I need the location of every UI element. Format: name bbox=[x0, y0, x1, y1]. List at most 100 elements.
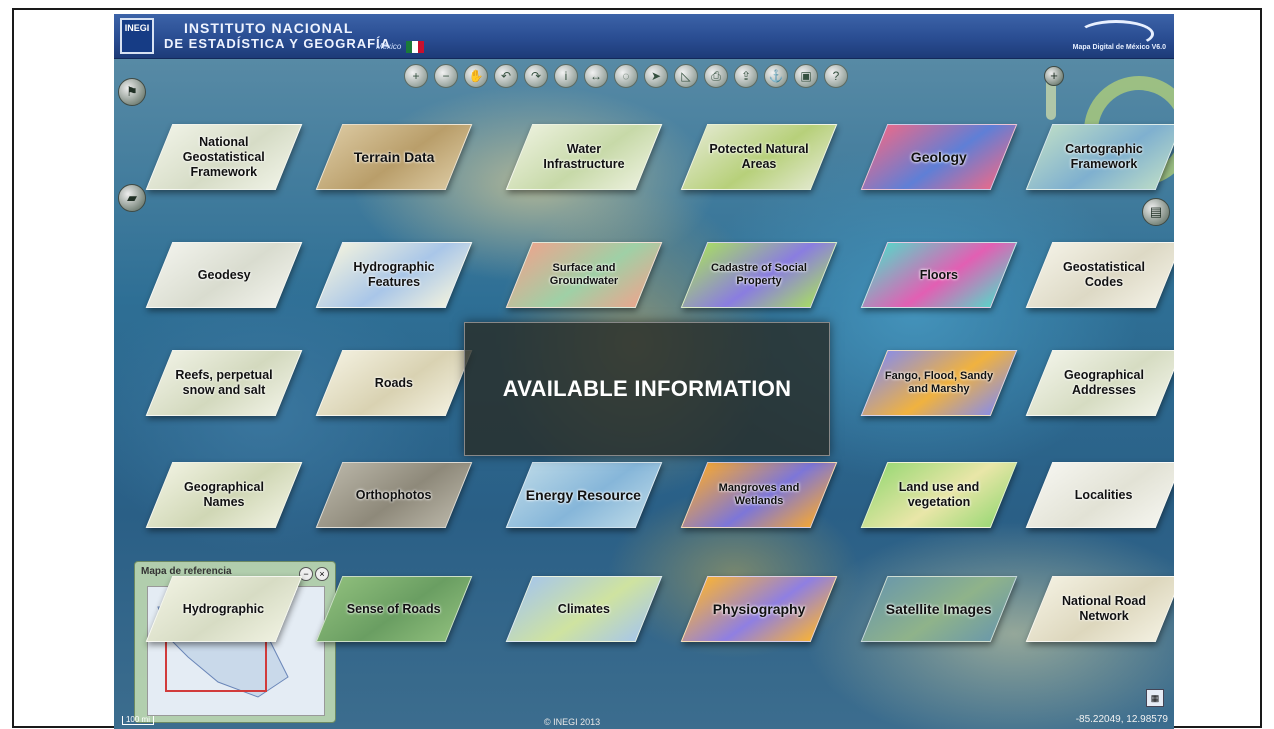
card-label: Cartographic Framework bbox=[1065, 142, 1143, 171]
close-button[interactable]: × bbox=[315, 567, 329, 581]
card-geodesy[interactable]: Geodesy bbox=[145, 242, 303, 308]
card-reefs-perpetual-snow-and-salt[interactable]: Reefs, perpetual snow and salt bbox=[145, 350, 303, 416]
card-terrain-data[interactable]: Terrain Data bbox=[315, 124, 473, 190]
card-energy-resource[interactable]: Energy Resource bbox=[505, 462, 663, 528]
available-information-panel: AVAILABLE INFORMATION bbox=[464, 322, 830, 456]
info-icon: i bbox=[564, 69, 568, 83]
card-label: Sense of Roads bbox=[347, 601, 441, 616]
print-button[interactable]: ⎙ bbox=[704, 64, 728, 88]
card-surface-and-groundwater[interactable]: Surface and Groundwater bbox=[505, 242, 663, 308]
card-label: Orthophotos bbox=[356, 487, 432, 502]
app-version: Mapa Digital de México V6.0 bbox=[1072, 44, 1166, 51]
card-label: Geodesy bbox=[197, 267, 251, 282]
right-panel-button-top[interactable]: ▤ bbox=[1142, 198, 1170, 226]
inegi-logo: INEGI bbox=[120, 18, 154, 54]
card-label: Fango, Flood, Sandy and Marshy bbox=[884, 370, 994, 395]
zoom-in-button[interactable]: + bbox=[1044, 66, 1064, 86]
legend-icon: ▰ bbox=[127, 190, 137, 205]
card-label: Localities bbox=[1075, 487, 1133, 502]
export-button[interactable]: ⇪ bbox=[734, 64, 758, 88]
country-label: México bbox=[376, 42, 402, 51]
institute-name-line1: INSTITUTO NACIONAL bbox=[184, 20, 354, 36]
card-label: Mangroves and Wetlands bbox=[718, 482, 800, 507]
map-application[interactable]: INEGI INSTITUTO NACIONAL DE ESTADÍSTICA … bbox=[114, 14, 1174, 729]
card-label: Geostatistical Codes bbox=[1063, 260, 1145, 289]
card-label: Geology bbox=[910, 148, 967, 165]
screenshot-frame: INEGI INSTITUTO NACIONAL DE ESTADÍSTICA … bbox=[12, 8, 1262, 729]
measure-icon: ↔ bbox=[590, 69, 602, 83]
card-satellite-images[interactable]: Satellite Images bbox=[860, 576, 1018, 642]
card-cadastre-of-social-property[interactable]: Cadastre of Social Property bbox=[680, 242, 838, 308]
overview-map-icon[interactable]: ▦ bbox=[1146, 689, 1164, 707]
card-mangroves-and-wetlands[interactable]: Mangroves and Wetlands bbox=[680, 462, 838, 528]
legend-button[interactable]: ▰ bbox=[118, 184, 146, 212]
info-button[interactable]: i bbox=[554, 64, 578, 88]
card-hydrographic-features[interactable]: Hydrographic Features bbox=[315, 242, 473, 308]
cursor-coordinates: -85.22049, 12.98579 bbox=[1075, 714, 1168, 725]
camera-button[interactable]: ▣ bbox=[794, 64, 818, 88]
card-label: Land use and vegetation bbox=[898, 480, 980, 509]
card-roads[interactable]: Roads bbox=[315, 350, 473, 416]
layers-icon: ⚑ bbox=[126, 84, 138, 99]
link-icon: ⚓ bbox=[768, 69, 784, 83]
draw-button[interactable]: ◺ bbox=[674, 64, 698, 88]
card-label: Potected Natural Areas bbox=[709, 142, 809, 171]
card-label: Physiography bbox=[712, 600, 806, 617]
map-toolbar: + − ✋ ↶ ↷ i ↔ ◌ ➤ ◺ ⎙ ⇪ ⚓ ▣? bbox=[404, 64, 848, 88]
card-label: Hydrographic Features bbox=[353, 260, 435, 289]
layers-button[interactable]: ⚑ bbox=[118, 78, 146, 106]
card-national-geostatistical-framework[interactable]: National Geostatistical Framework bbox=[145, 124, 303, 190]
help-button[interactable]: ? bbox=[824, 64, 848, 88]
card-label: Terrain Data bbox=[353, 148, 435, 165]
available-information-title: AVAILABLE INFORMATION bbox=[502, 376, 792, 401]
card-localities[interactable]: Localities bbox=[1025, 462, 1174, 528]
card-land-use-and-vegetation[interactable]: Land use and vegetation bbox=[860, 462, 1018, 528]
scale-bar: 100 mi bbox=[122, 716, 154, 725]
plus-icon: + bbox=[1050, 68, 1058, 83]
institute-name-line2: DE ESTADÍSTICA Y GEOGRAFÍA bbox=[164, 36, 392, 51]
card-floors[interactable]: Floors bbox=[860, 242, 1018, 308]
route-icon: ➤ bbox=[650, 69, 662, 83]
app-header: INEGI INSTITUTO NACIONAL DE ESTADÍSTICA … bbox=[114, 14, 1174, 59]
card-water-infrastructure[interactable]: Water Infrastructure bbox=[505, 124, 663, 190]
card-geology[interactable]: Geology bbox=[860, 124, 1018, 190]
zoom-out-button[interactable]: − bbox=[434, 64, 458, 88]
pan-icon: ✋ bbox=[468, 69, 484, 83]
card-climates[interactable]: Climates bbox=[505, 576, 663, 642]
card-geostatistical-codes[interactable]: Geostatistical Codes bbox=[1025, 242, 1174, 308]
card-physiography[interactable]: Physiography bbox=[680, 576, 838, 642]
forward-button[interactable]: ↷ bbox=[524, 64, 548, 88]
zoom-in-icon: + bbox=[412, 69, 420, 83]
card-label: Surface and Groundwater bbox=[549, 262, 619, 287]
measure-button[interactable]: ↔ bbox=[584, 64, 608, 88]
card-hydrographic[interactable]: Hydrographic bbox=[145, 576, 303, 642]
card-sense-of-roads[interactable]: Sense of Roads bbox=[315, 576, 473, 642]
card-label: Geographical Names bbox=[184, 480, 264, 509]
card-geographical-addresses[interactable]: Geographical Addresses bbox=[1025, 350, 1174, 416]
link-button[interactable]: ⚓ bbox=[764, 64, 788, 88]
card-label: Floors bbox=[919, 267, 959, 282]
grid-icon: ▤ bbox=[1149, 204, 1163, 219]
card-label: Energy Resource bbox=[526, 486, 642, 503]
zoom-in-button[interactable]: + bbox=[404, 64, 428, 88]
back-button[interactable]: ↶ bbox=[494, 64, 518, 88]
help-icon: ? bbox=[832, 69, 840, 83]
card-label: National Geostatistical Framework bbox=[183, 134, 265, 179]
mexico-flag-icon bbox=[406, 41, 424, 53]
card-fango-flood-sandy-and-marshy[interactable]: Fango, Flood, Sandy and Marshy bbox=[860, 350, 1018, 416]
print-icon: ⎙ bbox=[711, 69, 721, 83]
card-label: Reefs, perpetual snow and salt bbox=[175, 368, 273, 397]
camera-icon: ▣ bbox=[800, 69, 812, 83]
pan-button[interactable]: ✋ bbox=[464, 64, 488, 88]
card-geographical-names[interactable]: Geographical Names bbox=[145, 462, 303, 528]
back-icon: ↶ bbox=[500, 69, 512, 83]
card-national-road-network[interactable]: National Road Network bbox=[1025, 576, 1174, 642]
card-cartographic-framework[interactable]: Cartographic Framework bbox=[1025, 124, 1174, 190]
card-label: National Road Network bbox=[1061, 594, 1147, 623]
card-orthophotos[interactable]: Orthophotos bbox=[315, 462, 473, 528]
card-potected-natural-areas[interactable]: Potected Natural Areas bbox=[680, 124, 838, 190]
zoom-out-icon: − bbox=[442, 69, 450, 83]
route-button[interactable]: ➤ bbox=[644, 64, 668, 88]
select-button[interactable]: ◌ bbox=[614, 64, 638, 88]
card-label: Cadastre of Social Property bbox=[711, 262, 807, 287]
